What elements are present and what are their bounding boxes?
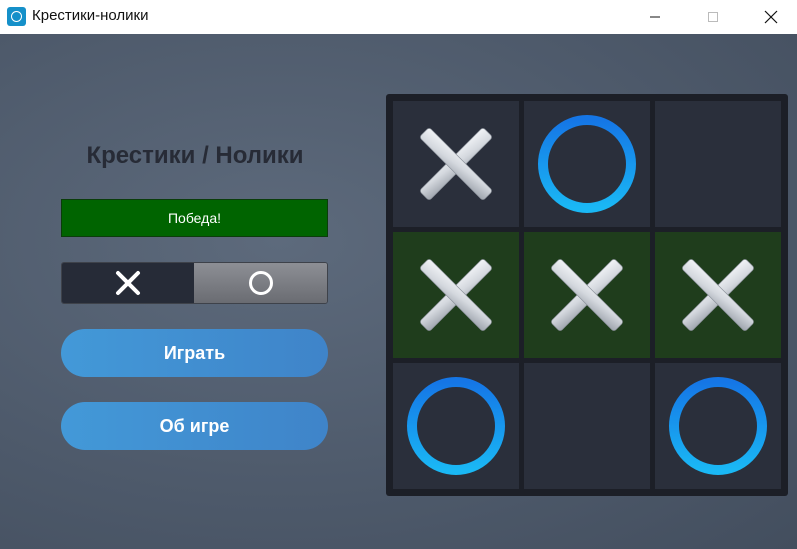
close-button[interactable] bbox=[748, 0, 794, 34]
cross-mark-icon bbox=[551, 259, 623, 331]
circle-mark-icon bbox=[538, 115, 636, 213]
circle-icon bbox=[248, 271, 273, 295]
board-cell-4[interactable] bbox=[393, 232, 519, 358]
window-title: Крестики-нолики bbox=[32, 7, 149, 24]
cross-mark-icon bbox=[420, 259, 492, 331]
toggle-option-x[interactable] bbox=[62, 263, 194, 303]
circle-mark-icon bbox=[669, 377, 767, 475]
circle-mark-icon bbox=[407, 377, 505, 475]
board-cell-9[interactable] bbox=[655, 363, 781, 489]
cross-mark-icon bbox=[682, 259, 754, 331]
minimize-button[interactable] bbox=[632, 0, 678, 34]
game-board bbox=[386, 94, 788, 496]
about-button[interactable]: Об игре bbox=[61, 402, 328, 450]
player-toggle bbox=[61, 262, 328, 304]
cross-icon bbox=[116, 271, 140, 295]
board-cell-8[interactable] bbox=[524, 363, 650, 489]
toggle-option-o[interactable] bbox=[194, 263, 327, 303]
app-icon bbox=[7, 7, 26, 26]
board-cell-3[interactable] bbox=[655, 101, 781, 227]
board-cell-5[interactable] bbox=[524, 232, 650, 358]
close-icon bbox=[764, 10, 778, 24]
board-cell-1[interactable] bbox=[393, 101, 519, 227]
maximize-button[interactable] bbox=[690, 0, 736, 34]
minimize-icon bbox=[650, 16, 660, 18]
board-cell-6[interactable] bbox=[655, 232, 781, 358]
play-button[interactable]: Играть bbox=[61, 329, 328, 377]
maximize-icon bbox=[708, 12, 718, 22]
board-cell-7[interactable] bbox=[393, 363, 519, 489]
game-area: Крестики / Нолики Победа! Играть Об игре bbox=[0, 34, 797, 549]
board-cell-2[interactable] bbox=[524, 101, 650, 227]
game-title: Крестики / Нолики bbox=[86, 142, 304, 169]
status-banner: Победа! bbox=[61, 199, 328, 237]
cross-mark-icon bbox=[420, 128, 492, 200]
window-titlebar: Крестики-нолики bbox=[0, 0, 797, 34]
